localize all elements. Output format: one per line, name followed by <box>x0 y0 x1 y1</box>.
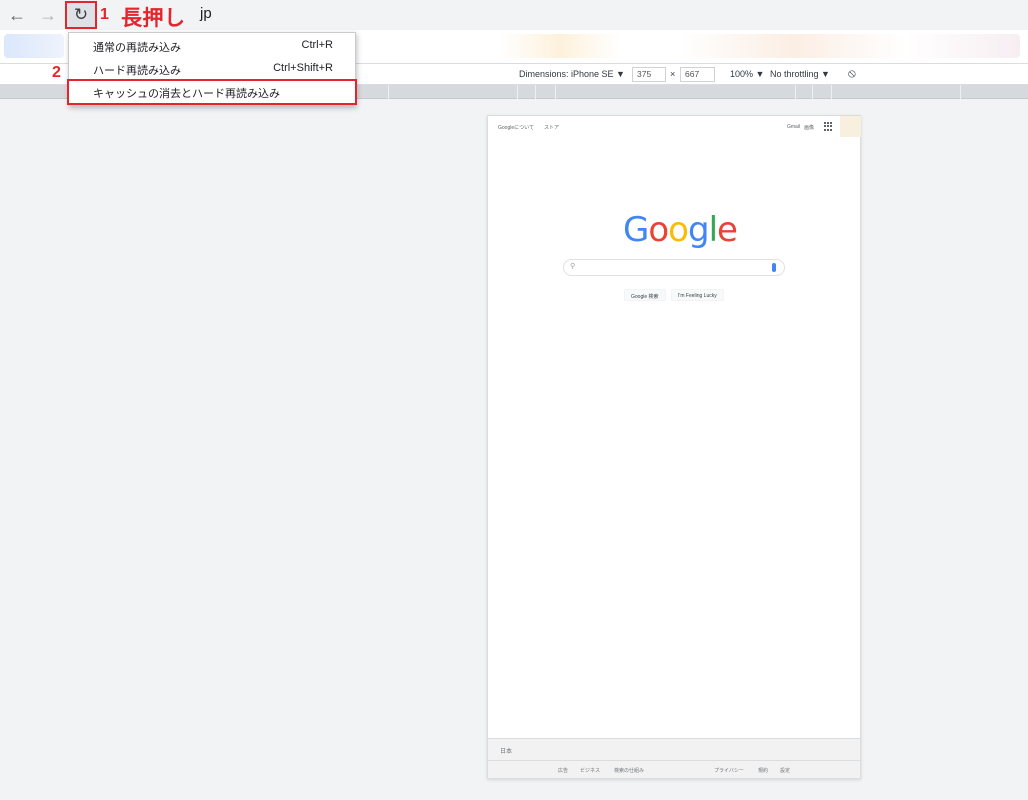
device-height-input[interactable]: 667 <box>680 67 715 82</box>
gmail-link[interactable]: Gmail <box>787 124 800 130</box>
logo-letter: l <box>708 210 719 250</box>
reload-highlight-box <box>65 1 97 29</box>
google-logo: Google <box>623 210 738 250</box>
menu-item-normal-reload[interactable]: 通常の再読み込み Ctrl+R <box>69 35 357 57</box>
footer-links: 広告 ビジネス 検索の仕組み プライバシー 規約 設定 <box>488 760 860 779</box>
feeling-lucky-button[interactable]: I'm Feeling Lucky <box>671 289 724 301</box>
rotate-icon[interactable]: ⦸ <box>848 66 856 81</box>
forward-arrow-icon[interactable]: → <box>36 3 60 27</box>
empty-cache-highlight-box <box>67 79 357 105</box>
throttling-select[interactable]: No throttling ▼ <box>770 69 830 79</box>
google-search-button[interactable]: Google 検索 <box>624 289 666 301</box>
menu-item-label: 通常の再読み込み <box>93 42 181 54</box>
logo-letter: o <box>668 210 689 250</box>
page-footer: 日本 広告 ビジネス 検索の仕組み プライバシー 規約 設定 <box>488 738 860 778</box>
search-icon: ⚲ <box>570 263 576 270</box>
blurred-bookmark <box>680 34 1020 58</box>
footer-link-settings[interactable]: 設定 <box>780 767 790 774</box>
footer-link-business[interactable]: ビジネス <box>580 767 600 774</box>
dimension-separator: × <box>670 69 676 79</box>
avatar[interactable] <box>840 116 861 137</box>
menu-item-shortcut: Ctrl+Shift+R <box>273 62 333 74</box>
footer-country: 日本 <box>500 749 513 755</box>
menu-item-hard-reload[interactable]: ハード再読み込み Ctrl+Shift+R <box>69 58 357 80</box>
logo-letter: o <box>648 210 669 250</box>
url-suffix: jp <box>200 5 212 22</box>
about-google-link[interactable]: Googleについて <box>498 124 534 131</box>
blurred-bookmark <box>4 34 64 58</box>
footer-link-terms[interactable]: 規約 <box>758 767 768 774</box>
step-1-number: 1 <box>100 6 109 23</box>
apps-grid-icon[interactable] <box>824 122 833 131</box>
search-input[interactable]: ⚲ <box>563 259 785 276</box>
zoom-select[interactable]: 100% ▼ <box>730 69 764 79</box>
menu-item-shortcut: Ctrl+R <box>301 39 333 51</box>
footer-link-privacy[interactable]: プライバシー <box>714 767 744 774</box>
footer-link-how-search-works[interactable]: 検索の仕組み <box>614 767 644 774</box>
menu-item-label: ハード再読み込み <box>93 65 181 77</box>
microphone-icon[interactable] <box>772 263 776 272</box>
blurred-bookmark <box>500 34 620 58</box>
logo-letter: G <box>623 210 649 250</box>
footer-link-ads[interactable]: 広告 <box>558 767 568 774</box>
step-2-number: 2 <box>52 64 61 81</box>
device-dimensions-select[interactable]: Dimensions: iPhone SE ▼ <box>519 69 625 79</box>
store-link[interactable]: ストア <box>544 124 559 131</box>
images-link[interactable]: 画像 <box>804 124 814 131</box>
logo-letter: g <box>687 210 710 250</box>
device-width-input[interactable]: 375 <box>632 67 666 82</box>
step-1-long-press-label: 長押し <box>121 2 188 32</box>
back-arrow-icon[interactable]: ← <box>5 3 29 27</box>
device-viewport: Googleについて ストア Gmail 画像 Google ⚲ Google … <box>487 115 861 779</box>
logo-letter: e <box>717 210 738 250</box>
